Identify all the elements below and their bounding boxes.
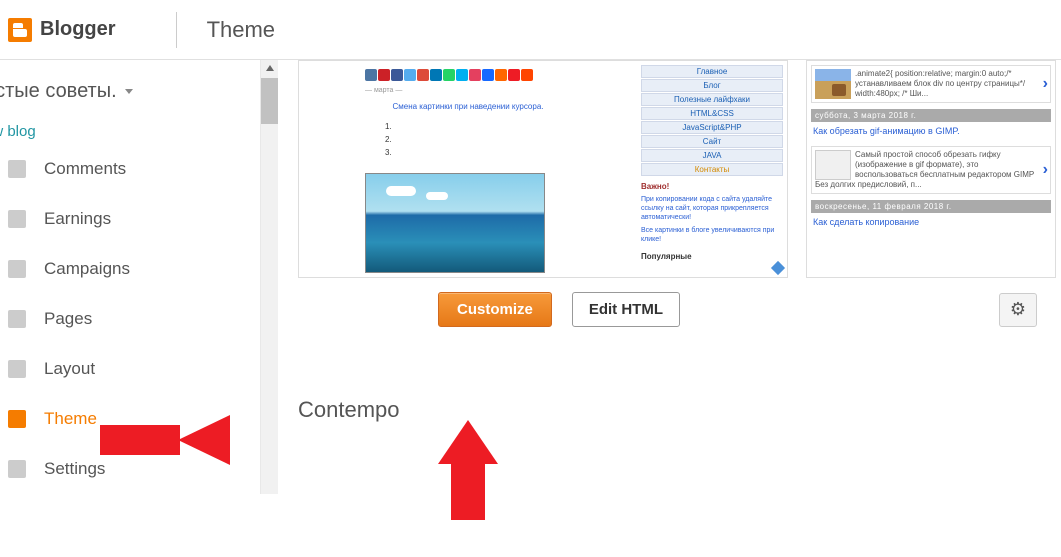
share-icon — [443, 69, 455, 81]
pages-icon — [8, 310, 26, 328]
preview-menu-item: Сайт — [641, 135, 783, 148]
sidebar-label: Theme — [44, 409, 97, 429]
preview2-card: Самый простой способ обрезать гифку (изо… — [811, 146, 1051, 194]
layout-icon — [8, 360, 26, 378]
scroll-up-icon[interactable] — [261, 60, 278, 76]
share-icon — [495, 69, 507, 81]
preview2-thumb — [815, 150, 851, 180]
sidebar-item-campaigns[interactable]: Campaigns — [0, 244, 260, 294]
annotation-arrow-icon — [100, 415, 230, 465]
list-item: 2. — [385, 134, 631, 147]
blog-selector[interactable]: остые советы. — [0, 80, 133, 103]
share-icon — [521, 69, 533, 81]
annotation-arrow-icon — [438, 420, 498, 520]
preview2-card: .animate2{ position:relative; margin:0 a… — [811, 65, 1051, 103]
share-icon — [456, 69, 468, 81]
gear-icon: ⚙ — [1010, 299, 1026, 320]
edit-html-button[interactable]: Edit HTML — [572, 292, 680, 327]
chevron-right-icon: › — [1043, 75, 1048, 93]
sidebar-label: Comments — [44, 159, 126, 179]
share-icon — [482, 69, 494, 81]
preview-side-heading: Важно! — [641, 182, 783, 191]
preview2-thumb — [815, 69, 851, 99]
preview-menu-item: JAVA — [641, 149, 783, 162]
earnings-icon — [8, 210, 26, 228]
brand-name: Blogger — [40, 18, 116, 41]
sidebar-label: Layout — [44, 359, 95, 379]
sidebar-item-pages[interactable]: Pages — [0, 294, 260, 344]
settings-icon — [8, 460, 26, 478]
scroll-thumb[interactable] — [261, 78, 278, 124]
sidebar-label: Pages — [44, 309, 92, 329]
theme-preview-live[interactable]: — марта — Смена картинки при наведении к… — [298, 60, 788, 278]
share-icon — [391, 69, 403, 81]
share-icon — [365, 69, 377, 81]
chevron-right-icon: › — [1043, 161, 1048, 179]
theme-icon — [8, 410, 26, 428]
list-item: 1. — [385, 121, 631, 134]
campaigns-icon — [8, 260, 26, 278]
preview2-date: воскресенье, 11 февраля 2018 г. — [811, 200, 1051, 213]
share-icon — [430, 69, 442, 81]
theme-settings-button[interactable]: ⚙ — [999, 293, 1037, 327]
customize-button[interactable]: Customize — [438, 292, 552, 327]
share-icon — [378, 69, 390, 81]
blogger-logo-icon[interactable] — [8, 18, 32, 42]
preview-post-image — [365, 173, 545, 273]
separator — [176, 12, 177, 48]
sidebar-label: Settings — [44, 459, 105, 479]
preview-post-title: Смена картинки при наведении курсора. — [305, 102, 631, 111]
sidebar-item-earnings[interactable]: Earnings — [0, 194, 260, 244]
preview-menu-item: Главное — [641, 65, 783, 78]
theme-section-label: Contempo — [298, 397, 1061, 423]
share-icon — [469, 69, 481, 81]
preview-menu-item: Контакты — [641, 163, 783, 176]
sidebar-item-comments[interactable]: Comments — [0, 144, 260, 194]
page-title: Theme — [207, 17, 275, 43]
sidebar-label: Earnings — [44, 209, 111, 229]
view-blog-link[interactable]: ew blog — [0, 123, 260, 140]
preview-side-text: Все картинки в блоге увеличиваются при к… — [641, 226, 783, 244]
theme-preview-mobile[interactable]: .animate2{ position:relative; margin:0 a… — [806, 60, 1056, 278]
sidebar-item-layout[interactable]: Layout — [0, 344, 260, 394]
preview-menu-item: JavaScript&PHP — [641, 121, 783, 134]
blog-name-text: остые советы. — [0, 80, 117, 103]
preview-side-text: При копировании кода с сайта удаляйте сс… — [641, 195, 783, 222]
preview-menu-item: Блог — [641, 79, 783, 92]
top-bar: Blogger Theme — [0, 0, 1061, 60]
preview-side-pop: Популярные — [641, 252, 783, 261]
preview-tiny-caption: — марта — — [305, 87, 631, 94]
preview-menu-item: Полезные лайфхаки — [641, 93, 783, 106]
comments-icon — [8, 160, 26, 178]
share-icons-row — [305, 69, 631, 81]
preview2-date: суббота, 3 марта 2018 г. — [811, 109, 1051, 122]
list-item: 3. — [385, 147, 631, 160]
preview2-link: Как обрезать gif-анимацию в GIMP. — [807, 124, 1055, 142]
sidebar-scrollbar[interactable] — [260, 60, 278, 494]
share-icon — [508, 69, 520, 81]
preview-menu-item: HTML&CSS — [641, 107, 783, 120]
share-icon — [404, 69, 416, 81]
share-icon — [417, 69, 429, 81]
sidebar-label: Campaigns — [44, 259, 130, 279]
preview2-link: Как сделать копирование — [807, 215, 1055, 233]
